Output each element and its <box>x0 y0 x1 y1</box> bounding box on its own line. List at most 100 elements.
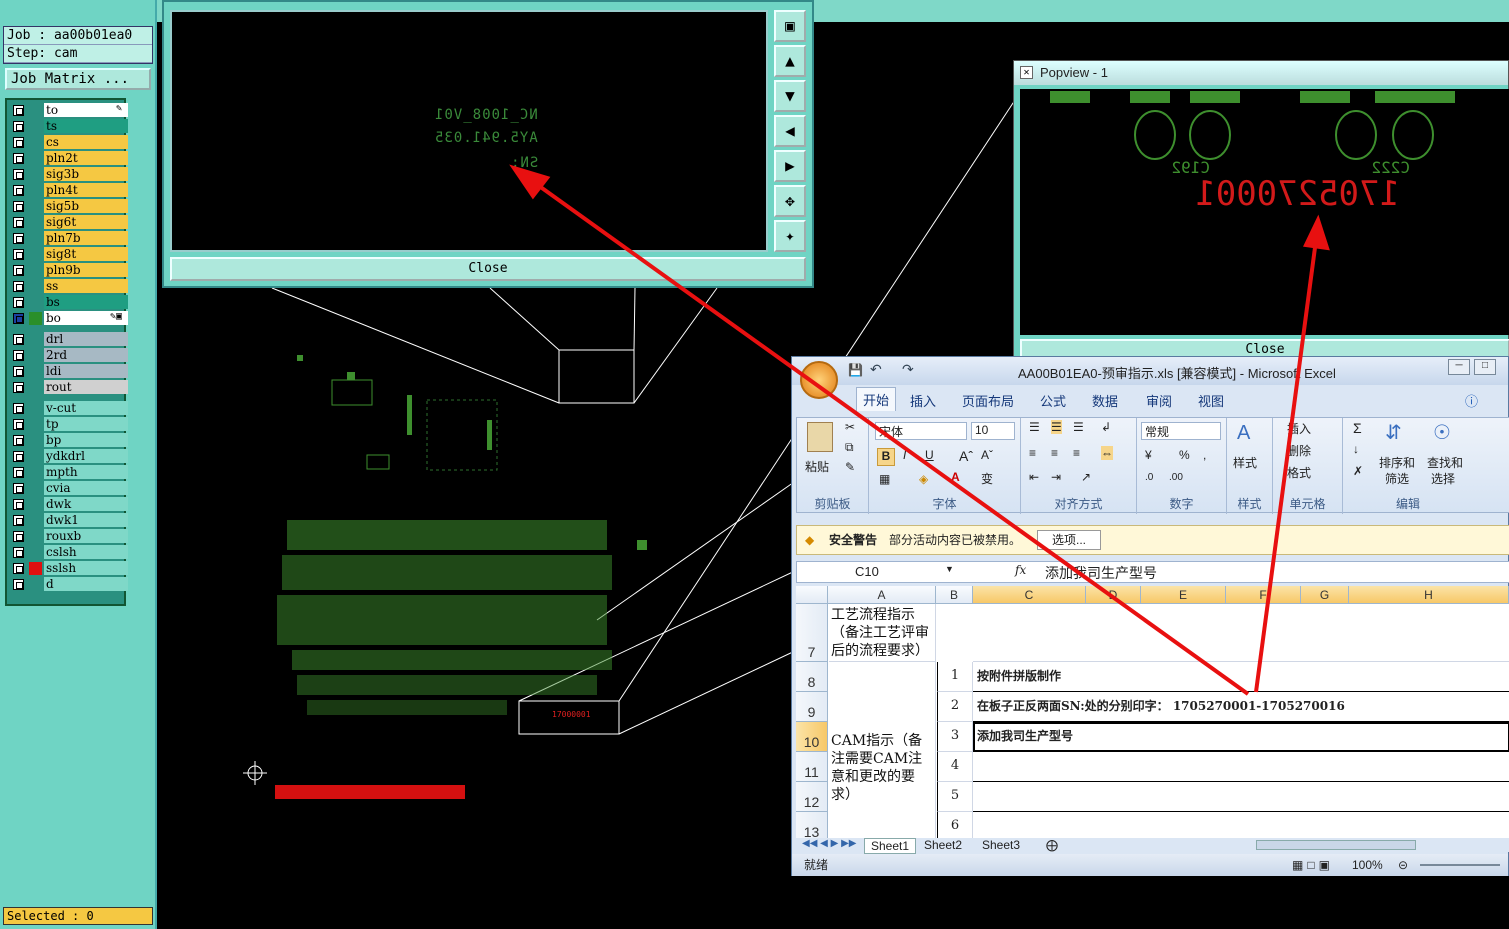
fill-icon[interactable]: ↓ <box>1353 442 1359 456</box>
cell-item-text[interactable] <box>973 752 1509 782</box>
fill-color-icon[interactable]: ◈ <box>919 472 928 486</box>
tab-view[interactable]: 视图 <box>1198 391 1224 410</box>
layer-name[interactable]: 2rd <box>44 348 128 362</box>
row-header-10[interactable]: 10 <box>796 722 828 752</box>
layer-checkbox[interactable] <box>13 350 24 361</box>
autosum-icon[interactable]: Σ <box>1353 420 1362 436</box>
function-icon[interactable]: fx <box>1015 563 1026 577</box>
grow-font-icon[interactable]: Aˆ <box>959 448 973 464</box>
row-header-13[interactable]: 13 <box>796 812 828 838</box>
layer-checkbox[interactable] <box>13 419 24 430</box>
delete-cells-button[interactable]: 删除 <box>1287 442 1311 459</box>
zoom-out-icon[interactable]: ⊝ <box>1398 854 1408 876</box>
layer-name[interactable]: sig8t <box>44 247 128 261</box>
layer-row-pln2t[interactable]: pln2t <box>10 151 128 166</box>
row-header-11[interactable]: 11 <box>796 752 828 782</box>
layer-name[interactable]: tp <box>44 417 128 431</box>
layer-name[interactable]: pln4t <box>44 183 128 197</box>
view-icons[interactable]: ▦□▣ <box>1292 854 1334 876</box>
layer-name[interactable]: sig6t <box>44 215 128 229</box>
number-format-select[interactable]: 常规 <box>1141 422 1221 440</box>
align-left-icon[interactable]: ≡ <box>1029 446 1036 460</box>
layer-row-pln4t[interactable]: pln4t <box>10 183 128 198</box>
layer-row-tp[interactable]: tp <box>10 417 128 432</box>
layer-row-dwk[interactable]: dwk <box>10 497 128 512</box>
layer-name[interactable]: cslsh <box>44 545 128 559</box>
layer-name[interactable]: mpth <box>44 465 128 479</box>
layer-checkbox[interactable] <box>13 201 24 212</box>
layer-checkbox[interactable] <box>13 313 24 324</box>
layer-row-bp[interactable]: bp <box>10 433 128 448</box>
column-header-H[interactable]: H <box>1349 586 1509 604</box>
layer-name[interactable]: cs <box>44 135 128 149</box>
layer-row-cslsh[interactable]: cslsh <box>10 545 128 560</box>
layer-row-sig8t[interactable]: sig8t <box>10 247 128 262</box>
row-header-9[interactable]: 9 <box>796 692 828 722</box>
cell-item-number[interactable]: 6 <box>937 812 973 838</box>
indent-icon[interactable]: ⇤ <box>1029 470 1039 484</box>
tab-formulas[interactable]: 公式 <box>1040 391 1066 410</box>
options-button[interactable]: 选项... <box>1037 530 1101 550</box>
layer-row-sslsh[interactable]: sslsh <box>10 561 128 576</box>
layer-checkbox[interactable] <box>13 121 24 132</box>
layer-row-cs[interactable]: cs <box>10 135 128 150</box>
cell-item-number[interactable]: 3 <box>937 722 973 752</box>
layer-checkbox[interactable] <box>13 467 24 478</box>
close-button[interactable]: Close <box>170 257 806 281</box>
layer-name[interactable]: sig5b <box>44 199 128 213</box>
insert-cells-button[interactable]: 插入 <box>1287 420 1311 437</box>
layer-row-dwk1[interactable]: dwk1 <box>10 513 128 528</box>
zoom-out-icon[interactable]: ✦ <box>774 220 806 252</box>
maximize-icon[interactable]: □ <box>1474 359 1496 375</box>
horizontal-scrollbar[interactable] <box>1256 840 1416 850</box>
layer-name[interactable]: dwk1 <box>44 513 128 527</box>
layer-row-mpth[interactable]: mpth <box>10 465 128 480</box>
binoculars-icon[interactable]: ☉ <box>1433 420 1451 445</box>
cell-item-text[interactable] <box>973 782 1509 812</box>
cell-item-number[interactable]: 2 <box>937 692 973 722</box>
layer-row-sig5b[interactable]: sig5b <box>10 199 128 214</box>
layer-row-bo[interactable]: bo ✎▣ <box>10 311 128 326</box>
layer-row-sig6t[interactable]: sig6t <box>10 215 128 230</box>
cut-icon[interactable]: ✂ <box>845 420 855 434</box>
layer-checkbox[interactable] <box>13 105 24 116</box>
name-box[interactable]: C10 <box>855 564 879 579</box>
pan-up-icon[interactable]: ▲ <box>774 45 806 77</box>
layer-checkbox[interactable] <box>13 265 24 276</box>
layer-row-ts[interactable]: ts <box>10 119 128 134</box>
layer-checkbox[interactable] <box>13 366 24 377</box>
outdent-icon[interactable]: ⇥ <box>1051 470 1061 484</box>
sheet-tab-2[interactable]: Sheet2 <box>924 838 962 852</box>
cell-item-number[interactable]: 5 <box>937 782 973 812</box>
layer-row-rout[interactable]: rout <box>10 380 128 395</box>
align-middle-icon[interactable]: ☰ <box>1051 420 1062 434</box>
phonetic-icon[interactable]: 变 <box>981 470 993 487</box>
layer-name[interactable]: ts <box>44 119 128 133</box>
save-icon[interactable]: 💾 <box>848 363 863 377</box>
layer-row-bs[interactable]: bs <box>10 295 128 310</box>
layer-name[interactable]: pln7b <box>44 231 128 245</box>
layer-checkbox[interactable] <box>13 483 24 494</box>
cell-item-number[interactable]: 1 <box>937 662 973 692</box>
zoom-slider[interactable] <box>1420 864 1500 866</box>
row-header-7[interactable]: 7 <box>796 604 828 662</box>
format-painter-icon[interactable]: ✎ <box>845 460 855 474</box>
copy-icon[interactable]: ⧉ <box>845 440 854 455</box>
layer-checkbox[interactable] <box>13 153 24 164</box>
currency-icon[interactable]: ¥ <box>1145 448 1152 462</box>
styles-icon[interactable]: A <box>1237 422 1250 445</box>
layer-checkbox[interactable] <box>13 169 24 180</box>
increase-decimal-icon[interactable]: .0 <box>1145 472 1153 483</box>
tab-review[interactable]: 审阅 <box>1146 391 1172 410</box>
sort-filter-icon[interactable]: ⇵ <box>1385 420 1402 445</box>
layer-checkbox[interactable] <box>13 137 24 148</box>
column-header-G[interactable]: G <box>1301 586 1349 604</box>
column-header-E[interactable]: E <box>1141 586 1226 604</box>
layer-name[interactable]: sslsh <box>44 561 128 575</box>
layer-row-sig3b[interactable]: sig3b <box>10 167 128 182</box>
cell-item-text[interactable]: 添加我司生产型号 <box>973 722 1509 752</box>
layer-name[interactable]: cvia <box>44 481 128 495</box>
cell-a8-merged[interactable]: CAM指示（备注需要CAM注意和更改的要求） <box>829 662 936 838</box>
layer-row-cvia[interactable]: cvia <box>10 481 128 496</box>
bold-icon[interactable]: B <box>877 448 895 466</box>
